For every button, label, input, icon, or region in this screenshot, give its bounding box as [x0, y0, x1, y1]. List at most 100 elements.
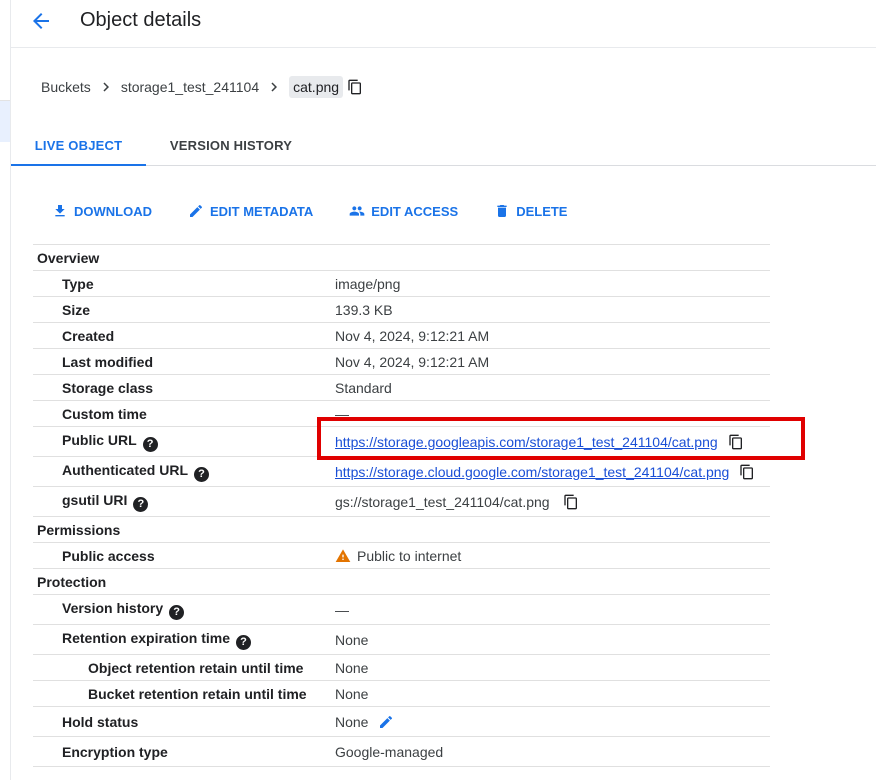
table-row: Retention expiration time? None [33, 624, 770, 655]
delete-button[interactable]: DELETE [494, 203, 567, 219]
table-row: Public URL? https://storage.googleapis.c… [33, 426, 770, 457]
row-value-bucket-retention: None [335, 680, 770, 707]
breadcrumb-bucket[interactable]: storage1_test_241104 [121, 79, 259, 95]
table-row: gsutil URI? gs://storage1_test_241104/ca… [33, 486, 770, 517]
section-title: Overview [33, 244, 770, 271]
tab-live-object[interactable]: LIVE OBJECT [11, 126, 146, 166]
gsutil-uri-label: gsutil URI [62, 491, 128, 508]
left-nav-strip [0, 0, 11, 780]
copy-icon[interactable] [728, 434, 744, 450]
copy-icon[interactable] [739, 464, 755, 480]
row-label-object-retention: Object retention retain until time [33, 654, 335, 681]
people-icon [349, 206, 365, 216]
section-permissions: Permissions [33, 516, 770, 543]
row-label-created: Created [33, 322, 335, 349]
row-value-storage-class: Standard [335, 374, 770, 401]
row-value-public-url: https://storage.googleapis.com/storage1_… [335, 426, 770, 457]
chevron-right-icon [97, 78, 115, 96]
authenticated-url-link[interactable]: https://storage.cloud.google.com/storage… [335, 464, 729, 480]
left-nav-selected-item[interactable] [0, 100, 10, 142]
version-history-label: Version history [62, 599, 164, 616]
help-icon[interactable]: ? [142, 436, 158, 452]
row-label-custom-time: Custom time [33, 400, 335, 427]
copy-icon[interactable] [563, 494, 579, 510]
row-label-type: Type [33, 270, 335, 297]
pencil-icon[interactable] [378, 714, 394, 730]
delete-label: DELETE [516, 203, 568, 219]
table-row: Last modified Nov 4, 2024, 9:12:21 AM [33, 348, 770, 375]
edit-metadata-button[interactable]: EDIT METADATA [188, 203, 313, 219]
help-icon[interactable]: ? [236, 634, 252, 650]
row-value-last-modified: Nov 4, 2024, 9:12:21 AM [335, 348, 770, 375]
row-label-retention-expiration: Retention expiration time? [33, 624, 335, 655]
section-overview: Overview [33, 244, 770, 271]
help-icon[interactable]: ? [133, 496, 149, 512]
trash-icon [497, 205, 507, 217]
row-label-public-url: Public URL? [33, 426, 335, 457]
row-label-version-history: Version history? [33, 594, 335, 625]
table-row: Created Nov 4, 2024, 9:12:21 AM [33, 322, 770, 349]
row-label-encryption-type: Encryption type [33, 736, 335, 767]
download-icon [55, 205, 65, 217]
copy-icon[interactable] [347, 79, 363, 95]
row-value-custom-time: — [335, 400, 770, 427]
edit-access-button[interactable]: EDIT ACCESS [349, 203, 458, 219]
row-label-size: Size [33, 296, 335, 323]
table-row: Size 139.3 KB [33, 296, 770, 323]
row-value-retention-expiration: None [335, 624, 770, 655]
download-label: DOWNLOAD [74, 203, 152, 219]
public-url-label: Public URL [62, 431, 137, 448]
table-row: Public access Public to internet [33, 542, 770, 569]
chevron-right-icon [265, 78, 283, 96]
row-value-object-retention: None [335, 654, 770, 681]
public-url-link[interactable]: https://storage.googleapis.com/storage1_… [335, 434, 718, 450]
row-value-version-history: — [335, 594, 770, 625]
table-row: Storage class Standard [33, 374, 770, 401]
row-label-storage-class: Storage class [33, 374, 335, 401]
table-row: Encryption type Google-managed [33, 736, 770, 767]
row-value-authenticated-url: https://storage.cloud.google.com/storage… [335, 456, 770, 487]
row-value-type: image/png [335, 270, 770, 297]
tab-bar: LIVE OBJECT VERSION HISTORY [11, 126, 876, 166]
section-protection: Protection [33, 568, 770, 595]
public-access-value: Public to internet [357, 547, 462, 564]
row-label-bucket-retention: Bucket retention retain until time [33, 680, 335, 707]
row-label-authenticated-url: Authenticated URL? [33, 456, 335, 487]
authenticated-url-label: Authenticated URL [62, 461, 188, 478]
warning-icon [335, 548, 351, 562]
object-details-table: Overview Type image/png Size 139.3 KB Cr… [33, 244, 770, 767]
table-row: Type image/png [33, 270, 770, 297]
section-title: Protection [33, 568, 770, 595]
row-value-size: 139.3 KB [335, 296, 770, 323]
row-value-gsutil-uri: gs://storage1_test_241104/cat.png [335, 486, 770, 517]
hold-status-value: None [335, 713, 369, 730]
table-row: Object retention retain until time None [33, 654, 770, 681]
help-icon[interactable]: ? [169, 604, 185, 620]
left-nav-divider [0, 100, 10, 101]
row-value-created: Nov 4, 2024, 9:12:21 AM [335, 322, 770, 349]
retention-expiration-label: Retention expiration time [62, 629, 231, 646]
section-title: Permissions [33, 516, 770, 543]
action-toolbar: DOWNLOAD EDIT METADATA EDIT ACCESS DELET… [50, 200, 567, 222]
row-value-encryption-type: Google-managed [335, 736, 770, 767]
help-icon[interactable]: ? [194, 466, 209, 482]
table-row: Custom time — [33, 400, 770, 427]
edit-access-label: EDIT ACCESS [371, 203, 459, 219]
table-row: Bucket retention retain until time None [33, 680, 770, 707]
row-label-hold-status: Hold status [33, 706, 335, 737]
tab-version-history[interactable]: VERSION HISTORY [161, 126, 301, 165]
table-row: Hold status None [33, 706, 770, 737]
breadcrumb-current-object: cat.png [289, 76, 344, 98]
back-arrow-icon[interactable] [29, 9, 53, 33]
download-button[interactable]: DOWNLOAD [52, 203, 152, 219]
page-title: Object details [80, 9, 202, 31]
row-label-public-access: Public access [33, 542, 335, 569]
breadcrumb-buckets[interactable]: Buckets [41, 79, 91, 95]
pencil-icon [190, 204, 203, 217]
table-row: Authenticated URL? https://storage.cloud… [33, 456, 770, 487]
row-value-hold-status: None [335, 706, 770, 737]
row-label-gsutil-uri: gsutil URI? [33, 486, 335, 517]
gsutil-uri-value: gs://storage1_test_241104/cat.png [335, 493, 550, 510]
table-row: Version history? — [33, 594, 770, 625]
row-value-public-access: Public to internet [335, 542, 770, 569]
